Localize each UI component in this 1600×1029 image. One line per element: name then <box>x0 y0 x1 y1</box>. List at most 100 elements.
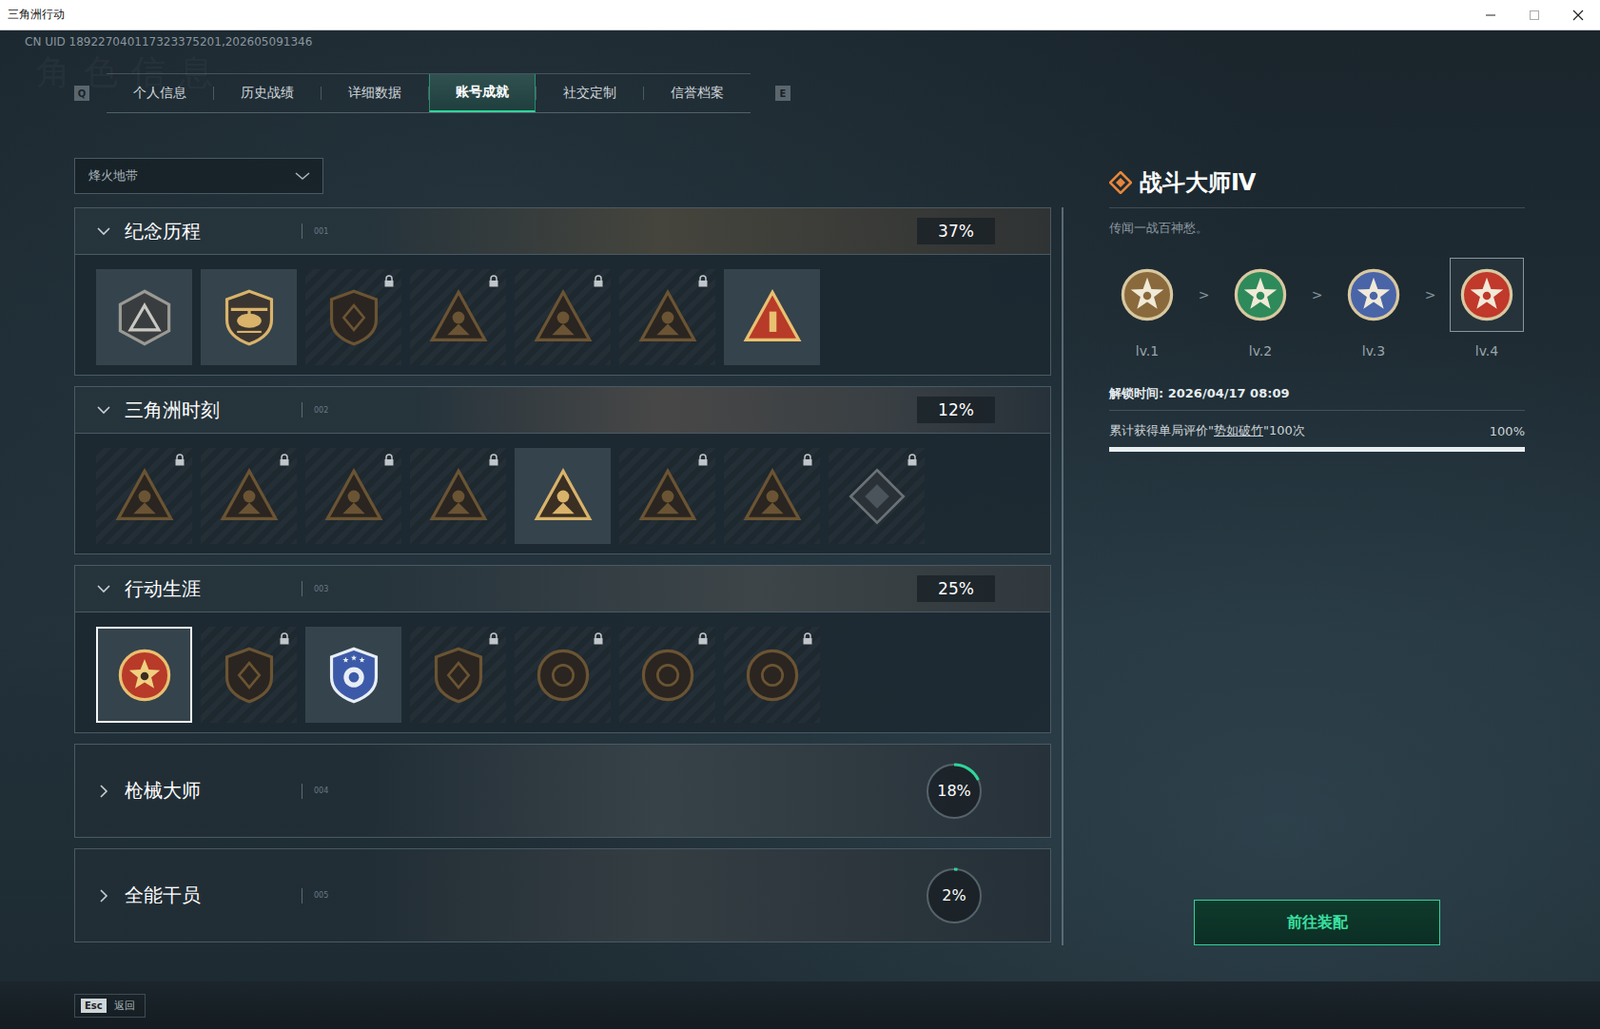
main-area: 角色信息CN UID 189227040117323375201,2026050… <box>0 30 1600 1029</box>
section-divider <box>301 888 303 904</box>
achievement-badge-icon <box>114 644 176 706</box>
section-header[interactable]: 全能干员0052% <box>75 849 1051 942</box>
achievement-tile[interactable] <box>305 448 402 545</box>
prev-tab-key[interactable]: Q <box>74 85 90 101</box>
content-row: 烽火地带纪念历程00137%三角洲时刻00212%行动生涯00325%枪械大师0… <box>0 157 1600 946</box>
next-tab-key[interactable]: E <box>775 85 791 101</box>
esc-key: Esc <box>80 998 107 1014</box>
achievement-badge-icon <box>741 466 803 527</box>
achievement-tile[interactable] <box>723 448 820 545</box>
section-body <box>75 432 1051 554</box>
achievement-badge-icon <box>741 287 803 349</box>
level-separator: > <box>1185 257 1223 332</box>
lock-icon <box>801 453 814 467</box>
lock-icon <box>697 274 709 288</box>
achievement-tile[interactable] <box>200 448 297 545</box>
achievement-tile[interactable] <box>96 626 193 723</box>
tab[interactable]: 详细数据 <box>321 74 429 113</box>
uid-text: CN UID 189227040117323375201,20260509134… <box>24 34 1600 50</box>
requirement-text: 累计获得单局评价"势如破竹"100次 <box>1109 422 1306 440</box>
level-separator: > <box>1411 257 1449 332</box>
achievement-tile[interactable] <box>619 269 716 366</box>
requirement-progress-fill <box>1109 447 1525 452</box>
achievement-section: 全能干员0052% <box>74 848 1052 943</box>
level-item[interactable]: lv.3 <box>1335 257 1412 359</box>
tab[interactable]: 历史战绩 <box>214 74 321 113</box>
lock-icon <box>487 453 500 467</box>
section-code: 003 <box>313 585 329 594</box>
equip-button[interactable]: 前往装配 <box>1193 899 1441 946</box>
achievement-badge-icon <box>637 287 699 349</box>
section-title: 三角洲时刻 <box>124 397 302 424</box>
chevron-down-icon <box>96 223 112 239</box>
section-header[interactable]: 枪械大师00418% <box>75 744 1051 838</box>
achievement-tile[interactable] <box>200 626 297 723</box>
achievement-badge-icon <box>323 644 385 706</box>
level-badge-icon <box>1229 264 1291 326</box>
achievement-tile[interactable] <box>200 269 297 366</box>
back-button[interactable]: Esc返回 <box>74 994 146 1018</box>
achievement-tile[interactable] <box>619 626 716 723</box>
section-header[interactable]: 纪念历程00137% <box>75 208 1051 254</box>
minimize-button[interactable] <box>1468 0 1513 30</box>
achievement-tile[interactable] <box>619 448 716 545</box>
achievement-tile[interactable] <box>305 269 402 366</box>
achievement-tile[interactable] <box>723 626 820 723</box>
lock-icon <box>383 453 395 467</box>
tab-separator <box>213 86 215 100</box>
level-label: lv.2 <box>1248 343 1272 359</box>
achievement-tile[interactable] <box>409 626 507 723</box>
achievement-tile[interactable] <box>409 269 507 366</box>
scrollbar[interactable] <box>1061 207 1064 946</box>
achievement-badge-icon <box>323 466 385 527</box>
game-window: 三角洲行动角色信息CN UID 189227040117323375201,20… <box>0 0 1600 1029</box>
tab[interactable]: 账号成就 <box>429 74 536 113</box>
diamond-icon <box>1109 171 1132 195</box>
detail-title: 战斗大师Ⅳ <box>1139 167 1256 198</box>
tab[interactable]: 社交定制 <box>536 74 644 113</box>
achievement-tile[interactable] <box>409 448 507 545</box>
level-label: lv.3 <box>1362 343 1386 359</box>
section-header[interactable]: 三角洲时刻00212% <box>75 387 1051 433</box>
unlock-time: 解锁时间: 2026/04/17 08:09 <box>1109 385 1525 403</box>
achievement-tile[interactable] <box>723 269 820 366</box>
maximize-button[interactable] <box>1512 0 1557 30</box>
tab-separator <box>535 86 537 100</box>
title-bar: 三角洲行动 <box>0 0 1600 31</box>
achievement-badge-icon <box>218 644 280 706</box>
achievement-tile[interactable] <box>514 448 611 545</box>
section-divider <box>301 223 303 239</box>
achievement-tile[interactable] <box>96 269 193 366</box>
achievement-tile[interactable] <box>514 269 611 366</box>
mode-dropdown[interactable]: 烽火地带 <box>74 157 324 195</box>
achievement-tile[interactable] <box>305 626 402 723</box>
achievement-badge-icon <box>532 466 594 527</box>
requirement-link[interactable]: 势如破竹 <box>1213 423 1264 438</box>
achievement-tile[interactable] <box>96 448 193 545</box>
achievement-badge-icon <box>114 466 176 527</box>
section-title: 全能干员 <box>124 882 302 909</box>
lock-icon <box>592 274 605 288</box>
level-item[interactable]: lv.4 <box>1448 257 1525 359</box>
achievement-tile[interactable] <box>828 448 925 545</box>
tab[interactable]: 信誉档案 <box>643 74 751 113</box>
chevron-right-icon <box>96 888 112 904</box>
achievement-tile[interactable] <box>514 626 611 723</box>
level-item[interactable]: lv.1 <box>1109 257 1186 359</box>
level-item[interactable]: lv.2 <box>1222 257 1299 359</box>
detail-divider <box>1109 409 1525 411</box>
detail-title-row: 战斗大师Ⅳ <box>1109 167 1525 198</box>
section-percent: 25% <box>917 575 996 603</box>
level-label: lv.4 <box>1475 343 1499 359</box>
lock-icon <box>697 453 709 467</box>
tab[interactable]: 个人信息 <box>106 74 214 113</box>
close-button[interactable] <box>1556 0 1600 30</box>
achievement-section: 行动生涯00325% <box>74 565 1052 734</box>
section-header[interactable]: 行动生涯00325% <box>75 565 1051 612</box>
minimize-icon <box>1484 9 1497 21</box>
lock-icon <box>278 453 291 467</box>
tab-row: Q 个人信息历史战绩详细数据账号成就社交定制信誉档案 E <box>74 74 1600 113</box>
detail-description: 传闻一战百神愁。 <box>1109 219 1525 237</box>
achievement-sections: 纪念历程00137%三角洲时刻00212%行动生涯00325%枪械大师00418… <box>74 207 1052 943</box>
requirement-percent: 100% <box>1489 424 1525 439</box>
